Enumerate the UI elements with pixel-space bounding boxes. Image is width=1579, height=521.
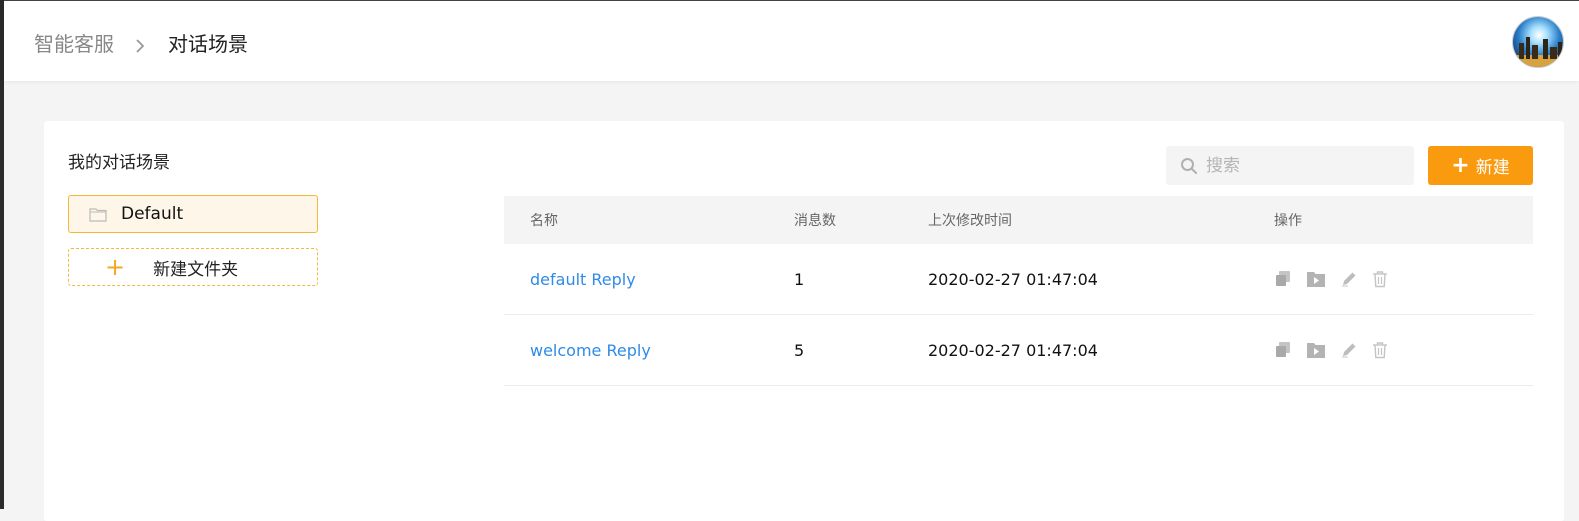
table-row: default Reply 1 2020-02-27 01:47:04 bbox=[504, 244, 1533, 315]
new-scene-label: 新建 bbox=[1475, 158, 1510, 178]
copy-icon[interactable] bbox=[1274, 341, 1292, 359]
sidebar-title: 我的对话场景 bbox=[68, 153, 170, 173]
modified-time: 2020-02-27 01:47:04 bbox=[928, 269, 1098, 289]
breadcrumb-root[interactable]: 智能客服 bbox=[34, 28, 114, 57]
chevron-right-icon bbox=[132, 35, 148, 53]
header-count: 消息数 bbox=[794, 213, 836, 229]
scene-card: 我的对话场景 Default + 新建文件夹 + 新建 名称 消息数 上 bbox=[44, 121, 1564, 521]
edit-icon[interactable] bbox=[1340, 270, 1358, 288]
new-scene-button[interactable]: + 新建 bbox=[1428, 146, 1533, 185]
plus-icon: + bbox=[105, 253, 126, 281]
copy-icon[interactable] bbox=[1274, 270, 1292, 288]
move-icon[interactable] bbox=[1306, 341, 1326, 359]
breadcrumb-current: 对话场景 bbox=[168, 32, 248, 56]
message-count: 1 bbox=[794, 269, 805, 289]
message-count: 5 bbox=[794, 340, 805, 360]
header-actions: 操作 bbox=[1274, 213, 1302, 229]
row-actions bbox=[1274, 341, 1402, 359]
modified-time: 2020-02-27 01:47:04 bbox=[928, 340, 1098, 360]
top-header: 智能客服 对话场景 bbox=[4, 1, 1579, 81]
folder-item-default[interactable]: Default bbox=[68, 195, 318, 233]
new-folder-label: 新建文件夹 bbox=[153, 259, 239, 280]
scene-name-link[interactable]: default Reply bbox=[530, 270, 636, 289]
row-actions bbox=[1274, 270, 1402, 288]
breadcrumb: 智能客服 对话场景 bbox=[34, 28, 248, 57]
header-modified: 上次修改时间 bbox=[928, 213, 1012, 229]
scene-name-link[interactable]: welcome Reply bbox=[530, 341, 651, 360]
folder-icon bbox=[89, 207, 107, 222]
search-icon bbox=[1180, 157, 1198, 175]
scene-table: 名称 消息数 上次修改时间 操作 default Reply 1 2020-02… bbox=[504, 196, 1533, 386]
edit-icon[interactable] bbox=[1340, 341, 1358, 359]
delete-icon[interactable] bbox=[1372, 341, 1388, 359]
delete-icon[interactable] bbox=[1372, 270, 1388, 288]
table-header: 名称 消息数 上次修改时间 操作 bbox=[504, 196, 1533, 244]
folder-item-label: Default bbox=[121, 204, 184, 224]
table-row: welcome Reply 5 2020-02-27 01:47:04 bbox=[504, 315, 1533, 386]
new-folder-button[interactable]: + 新建文件夹 bbox=[68, 248, 318, 286]
search-input[interactable] bbox=[1204, 154, 1408, 177]
plus-icon: + bbox=[1451, 152, 1470, 178]
user-avatar[interactable] bbox=[1512, 16, 1564, 68]
move-icon[interactable] bbox=[1306, 270, 1326, 288]
header-name: 名称 bbox=[530, 213, 558, 229]
search-box[interactable] bbox=[1166, 146, 1414, 185]
